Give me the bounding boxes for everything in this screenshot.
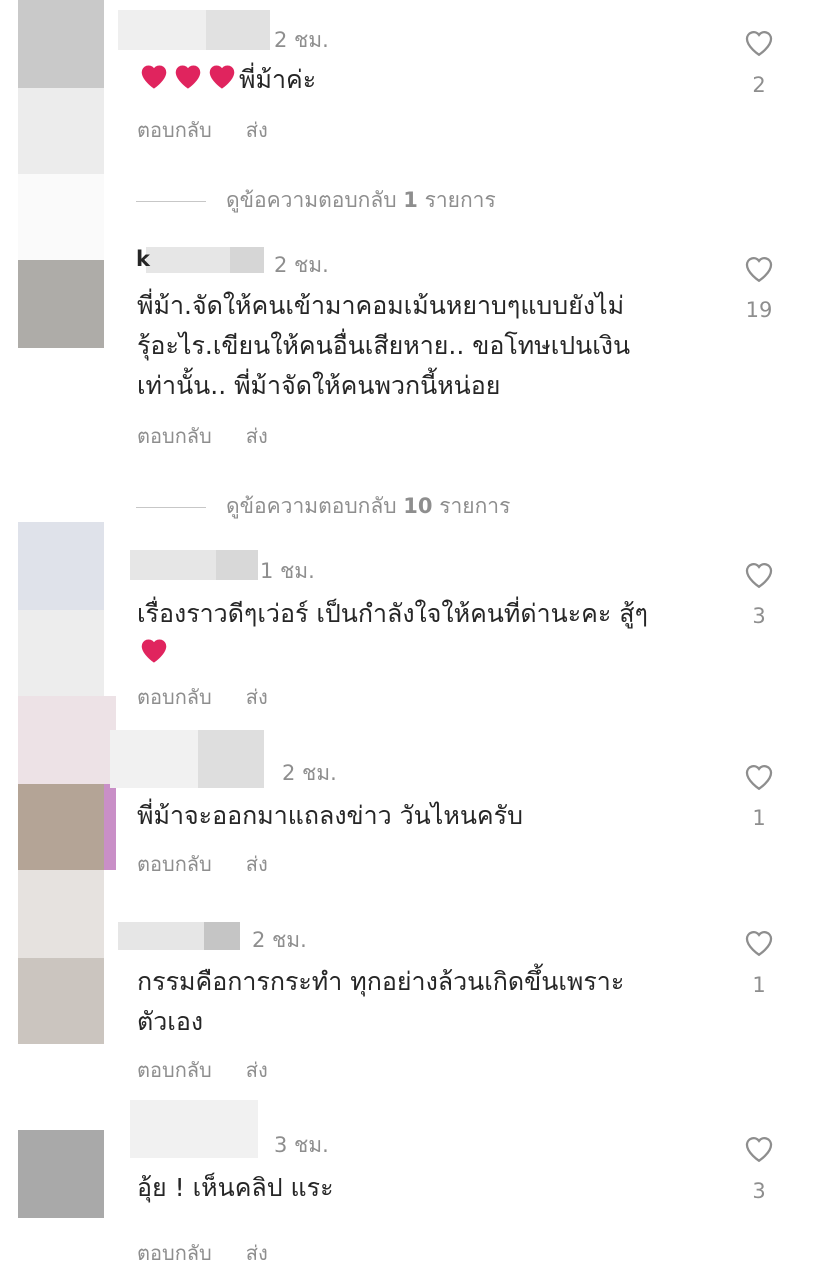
send-button[interactable]: ส่ง — [246, 1058, 268, 1082]
comment-actions: ตอบกลับ ส่ง — [137, 420, 302, 452]
comment-time: 2 ชม. — [274, 28, 329, 52]
like-button[interactable] — [741, 26, 777, 58]
reply-button[interactable]: ตอบกลับ — [137, 1241, 212, 1265]
send-button[interactable]: ส่ง — [246, 852, 268, 876]
heart-outline-icon — [745, 931, 773, 957]
like-button[interactable] — [741, 558, 777, 590]
like-count: 19 — [745, 298, 773, 322]
view-replies[interactable]: ดูข้อความตอบกลับ 10 รายการ — [136, 490, 510, 523]
view-replies-suffix: รายการ — [424, 188, 496, 212]
heart-outline-icon — [745, 31, 773, 57]
comment-text: เรื่องราวดีๆเว่อร์ เป็นกำลังใจให้คนที่ด่… — [137, 594, 648, 676]
send-button[interactable]: ส่ง — [246, 1241, 268, 1265]
comment-text-line: ตัวเอง — [137, 1007, 204, 1036]
comment-time: 1 ชม. — [260, 559, 315, 583]
heart-outline-icon — [745, 1137, 773, 1163]
reply-button[interactable]: ตอบกลับ — [137, 424, 212, 448]
comment-text-line: กรรมคือการกระทำ ทุกอย่างล้วนเกิดขึ้นเพรา… — [137, 967, 625, 996]
red-heart-emoji — [137, 60, 171, 102]
comment-text-line: พี่ม้าจะออกมาแถลงข่าว วันไหนครับ — [137, 801, 523, 830]
heart-outline-icon — [745, 257, 773, 283]
like-button[interactable] — [741, 926, 777, 958]
comment-text-line: เรื่องราวดีๆเว่อร์ เป็นกำลังใจให้คนที่ด่… — [137, 599, 648, 628]
comment-time: 2 ชม. — [252, 928, 307, 952]
view-replies-count: 10 — [403, 494, 433, 518]
comment-text-line: พี่ม้า.จัดให้คนเข้ามาคอมเม้นหยาบๆแบบยังไ… — [137, 291, 625, 320]
heart-outline-icon — [745, 765, 773, 791]
send-button[interactable]: ส่ง — [246, 685, 268, 709]
comment-text: พี่ม้าค่ะ — [137, 60, 316, 102]
red-heart-emoji — [171, 60, 205, 102]
reply-button[interactable]: ตอบกลับ — [137, 118, 212, 142]
view-replies[interactable]: ดูข้อความตอบกลับ 1 รายการ — [136, 184, 496, 217]
like-count: 1 — [752, 973, 766, 997]
comment-text-line: รุ้อะไร.เขียนให้คนอื่นเสียหาย.. ขอโทษเปน… — [137, 331, 631, 360]
like-count: 3 — [752, 1179, 766, 1203]
comment-time: 2 ชม. — [274, 253, 329, 277]
view-replies-label: ดูข้อความตอบกลับ — [226, 188, 397, 212]
comment-text: กรรมคือการกระทำ ทุกอย่างล้วนเกิดขึ้นเพรา… — [137, 962, 624, 1042]
reply-button[interactable]: ตอบกลับ — [137, 852, 212, 876]
red-heart-emoji — [137, 634, 171, 676]
view-replies-count: 1 — [403, 188, 418, 212]
comment-time: 2 ชม. — [282, 761, 337, 785]
view-replies-label: ดูข้อความตอบกลับ — [226, 494, 397, 518]
heart-outline-icon — [745, 563, 773, 589]
like-count: 3 — [752, 604, 766, 628]
comment-time: 3 ชม. — [274, 1133, 329, 1157]
like-button[interactable] — [741, 1132, 777, 1164]
send-button[interactable]: ส่ง — [246, 118, 268, 142]
like-button[interactable] — [741, 760, 777, 792]
comment-text: พี่ม้า.จัดให้คนเข้ามาคอมเม้นหยาบๆแบบยังไ… — [137, 286, 630, 406]
like-count: 1 — [752, 806, 766, 830]
comment-text-line: เท่านั้น.. พี่ม้าจัดให้คนพวกนี้หน่อย — [137, 371, 501, 400]
username-initial: k — [136, 247, 150, 271]
comment-text-line: อุ้ย ! เห็นคลิป แระ — [137, 1173, 334, 1202]
red-heart-emoji — [205, 60, 239, 102]
like-button[interactable] — [741, 252, 777, 284]
comment-actions: ตอบกลับ ส่ง — [137, 848, 302, 880]
comment-text-line: พี่ม้าค่ะ — [239, 65, 317, 94]
comment-text: อุ้ย ! เห็นคลิป แระ — [137, 1168, 334, 1208]
comment-actions: ตอบกลับ ส่ง — [137, 1237, 302, 1269]
reply-button[interactable]: ตอบกลับ — [137, 1058, 212, 1082]
send-button[interactable]: ส่ง — [246, 424, 268, 448]
comment-text: พี่ม้าจะออกมาแถลงข่าว วันไหนครับ — [137, 796, 523, 836]
reply-button[interactable]: ตอบกลับ — [137, 685, 212, 709]
comment-actions: ตอบกลับ ส่ง — [137, 114, 302, 146]
view-replies-suffix: รายการ — [439, 494, 511, 518]
like-count: 2 — [752, 73, 766, 97]
comment-actions: ตอบกลับ ส่ง — [137, 681, 302, 713]
comment-actions: ตอบกลับ ส่ง — [137, 1054, 302, 1086]
